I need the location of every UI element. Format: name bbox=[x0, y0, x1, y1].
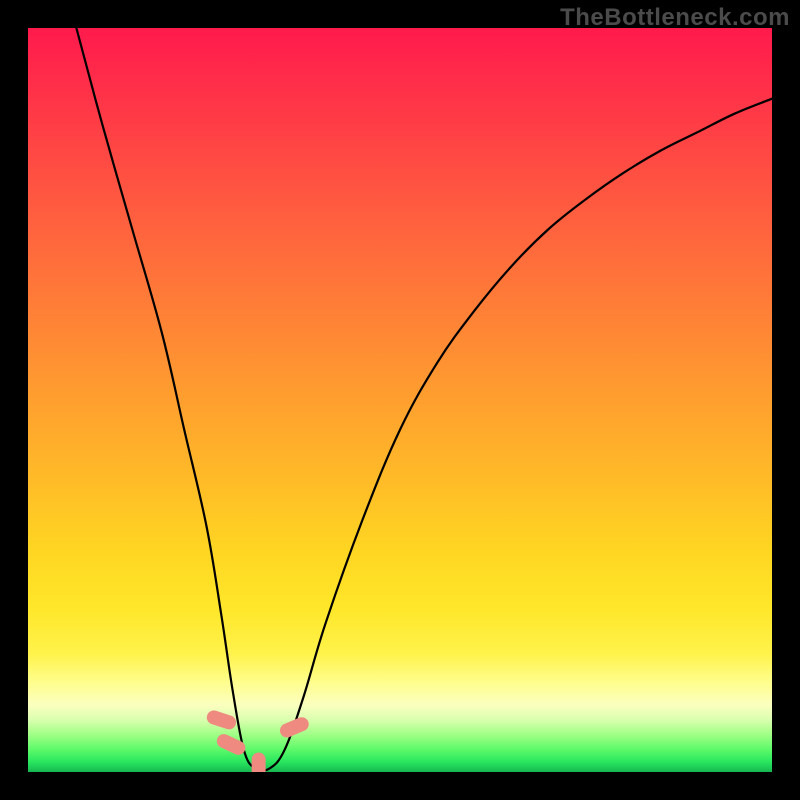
plot-area bbox=[28, 28, 772, 772]
left-marker-1 bbox=[205, 709, 238, 732]
left-marker-2 bbox=[215, 732, 248, 757]
curve-layer bbox=[28, 28, 772, 772]
bottom-marker bbox=[252, 753, 266, 772]
right-marker bbox=[278, 715, 311, 740]
watermark-text: TheBottleneck.com bbox=[560, 4, 790, 32]
markers-group bbox=[205, 709, 311, 772]
chart-stage: TheBottleneck.com bbox=[0, 0, 800, 800]
bottleneck-curve bbox=[76, 28, 772, 771]
